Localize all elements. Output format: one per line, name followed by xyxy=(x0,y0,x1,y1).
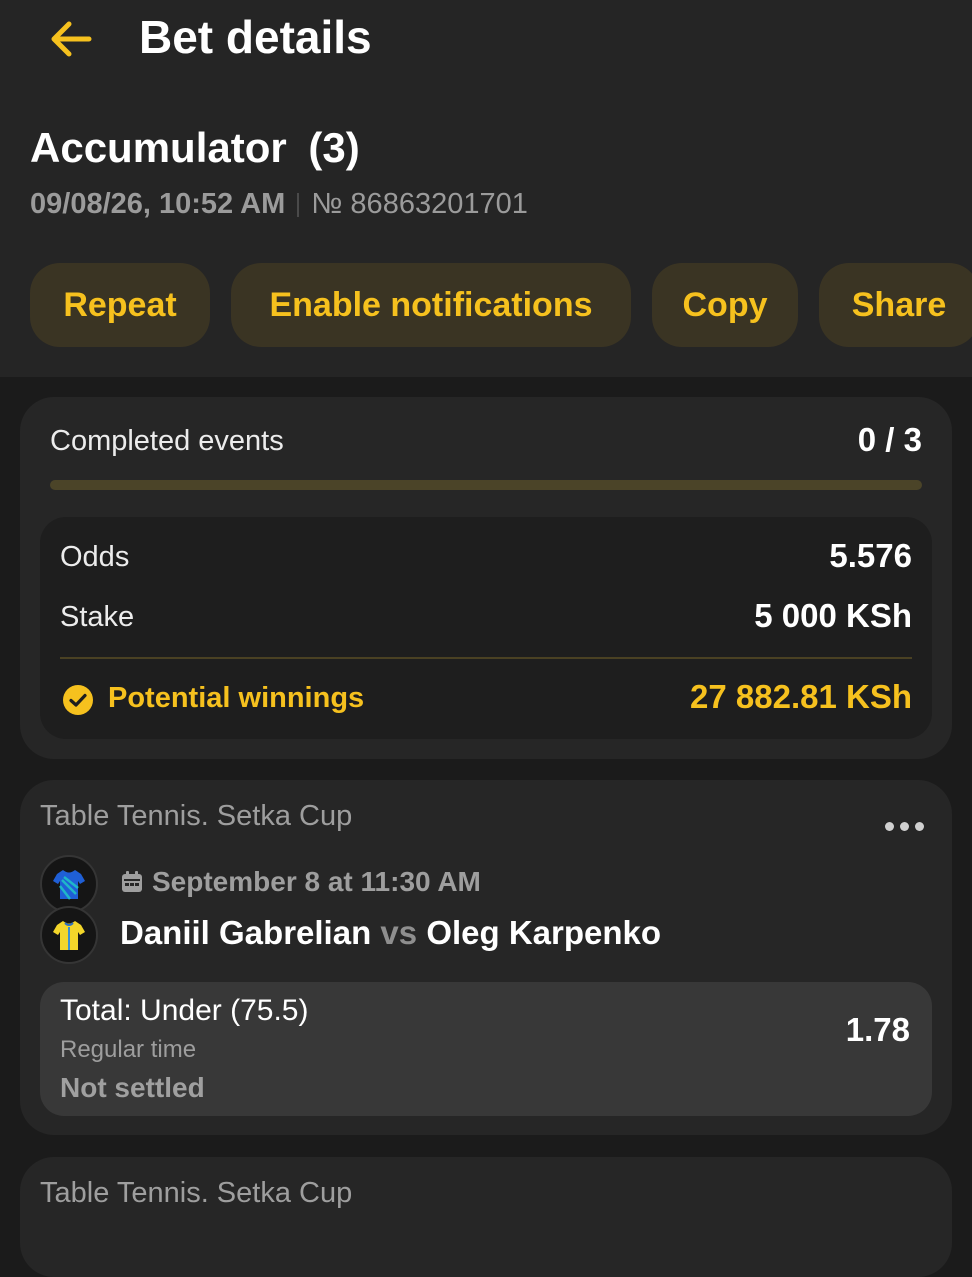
check-circle-icon xyxy=(63,685,93,715)
arrow-left-icon xyxy=(51,21,92,57)
completed-progress-bar xyxy=(50,480,922,490)
completed-events-label: Completed events xyxy=(50,425,284,457)
jersey-icon xyxy=(53,921,85,950)
potential-winnings-value: 27 882.81 KSh xyxy=(690,678,912,715)
calendar-icon xyxy=(122,871,142,892)
odds-value: 5.576 xyxy=(829,537,912,574)
jersey-icon xyxy=(53,870,85,900)
copy-button[interactable]: Copy xyxy=(652,263,798,347)
event-league: Table Tennis. Setka Cup xyxy=(40,800,353,832)
selection-status: Not settled xyxy=(60,1072,205,1103)
selection-period: Regular time xyxy=(60,1036,197,1063)
bet-meta: 09/08/26, 10:52 AM № 86863201701 xyxy=(30,188,528,221)
bet-datetime: 09/08/26, 10:52 AM xyxy=(30,188,286,220)
vs-label: vs xyxy=(380,914,418,951)
stake-value: 5 000 KSh xyxy=(754,597,912,634)
selection-odds: 1.78 xyxy=(845,1011,910,1048)
player2-name: Oleg Karpenko xyxy=(426,914,662,951)
more-dot-icon xyxy=(885,822,894,831)
bet-selection-count: (3) xyxy=(308,124,360,171)
bet-number: № 86863201701 xyxy=(311,188,528,220)
action-chips: Repeat Enable notifications Copy Share xyxy=(30,263,972,347)
summary-divider xyxy=(60,657,912,659)
selection-market: Total: Under (75.5) xyxy=(60,994,309,1027)
odds-label: Odds xyxy=(60,541,130,573)
more-dot-icon xyxy=(900,822,909,831)
potential-winnings-label: Potential winnings xyxy=(108,682,365,714)
player1-jersey-icon xyxy=(40,855,98,913)
bet-header-section: Bet details Accumulator (3) 09/08/26, 10… xyxy=(0,0,972,377)
meta-divider xyxy=(297,192,300,217)
enable-notifications-button[interactable]: Enable notifications xyxy=(231,263,631,347)
completed-events-value: 0 / 3 xyxy=(857,421,922,458)
event-matchup: Daniil Gabrelian vs Oleg Karpenko xyxy=(120,914,661,952)
more-dot-icon xyxy=(915,822,924,831)
event-date: September 8 at 11:30 AM xyxy=(120,866,481,898)
back-button[interactable] xyxy=(44,14,96,64)
event-league: Table Tennis. Setka Cup xyxy=(40,1177,353,1209)
bet-summary-card: Completed events 0 / 3 Odds 5.576 Stake … xyxy=(20,397,952,759)
player2-jersey-icon xyxy=(40,906,98,964)
bet-type-heading: Accumulator (3) xyxy=(30,124,360,172)
selection-panel: Total: Under (75.5) Regular time Not set… xyxy=(40,982,932,1116)
share-button[interactable]: Share xyxy=(819,263,972,347)
event-card[interactable]: Table Tennis. Setka Cup September 8 at 1… xyxy=(20,780,952,1135)
repeat-button[interactable]: Repeat xyxy=(30,263,210,347)
odds-stake-panel: Odds 5.576 Stake 5 000 KSh Potential win… xyxy=(40,517,932,739)
app-bar: Bet details xyxy=(0,0,972,80)
more-options-button[interactable] xyxy=(885,822,924,831)
event-date-text: September 8 at 11:30 AM xyxy=(152,866,481,897)
page-title: Bet details xyxy=(139,11,372,63)
player1-name: Daniil Gabrelian xyxy=(120,914,372,951)
bet-type-label: Accumulator xyxy=(30,124,287,171)
stake-label: Stake xyxy=(60,601,135,633)
event-card[interactable]: Table Tennis. Setka Cup xyxy=(20,1157,952,1277)
